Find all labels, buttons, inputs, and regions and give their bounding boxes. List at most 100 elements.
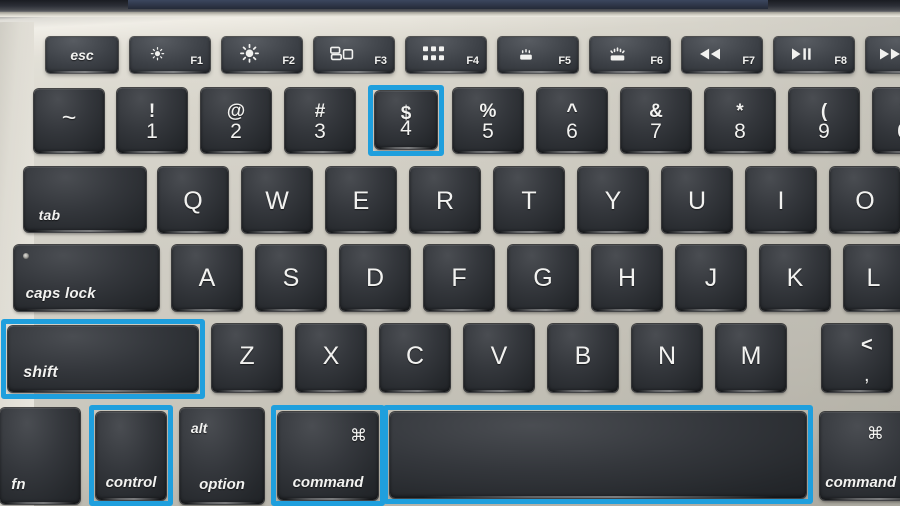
key-tilde-symbol: ~ <box>61 103 77 132</box>
key-tilde[interactable]: ~ <box>34 89 104 153</box>
key-6[interactable]: ^ 6 <box>537 88 607 153</box>
key-l-label: L <box>866 264 881 293</box>
key-f8[interactable]: F8 <box>774 37 854 73</box>
key-shift-left[interactable]: shift <box>8 326 198 392</box>
key-b[interactable]: B <box>548 324 618 392</box>
key-f4[interactable]: F4 <box>406 37 486 73</box>
key-f[interactable]: F <box>424 245 494 311</box>
key-c[interactable]: C <box>380 324 450 392</box>
key-8[interactable]: * 8 <box>705 88 775 153</box>
key-command-right[interactable]: ⌘ command <box>820 412 900 500</box>
key-x[interactable]: X <box>296 324 366 392</box>
key-i[interactable]: I <box>746 167 816 233</box>
key-n[interactable]: N <box>632 324 702 392</box>
fast-forward-icon <box>868 48 900 60</box>
key-1[interactable]: ! 1 <box>117 88 187 153</box>
key-k-label: K <box>786 264 804 293</box>
key-9-digit: 9 <box>818 119 830 143</box>
key-f8-number: F8 <box>834 55 847 68</box>
key-n-label: N <box>657 342 677 371</box>
key-option-alt-label: alt <box>190 420 208 437</box>
key-o[interactable]: O <box>830 167 900 233</box>
key-r-label: R <box>435 187 455 216</box>
launchpad-icon <box>411 46 457 61</box>
key-option[interactable]: alt option <box>180 408 264 504</box>
key-0-symbol: ) <box>873 102 900 121</box>
key-7-symbol: & <box>649 101 663 123</box>
key-d[interactable]: D <box>340 245 410 311</box>
display-bezel-reflection <box>128 0 768 9</box>
key-7-digit: 7 <box>650 119 662 143</box>
chassis-top-lip <box>0 12 900 17</box>
key-caps-lock[interactable]: caps lock <box>14 245 159 311</box>
key-e-label: E <box>352 187 370 216</box>
key-f3-number: F3 <box>374 55 387 68</box>
command-symbol-icon: ⌘ <box>350 425 367 445</box>
key-f6-number: F6 <box>650 55 663 68</box>
key-f5[interactable]: F5 <box>498 37 578 73</box>
key-shift-label: shift <box>23 363 58 381</box>
key-control[interactable]: control <box>96 412 166 500</box>
key-5-digit: 5 <box>482 119 494 143</box>
key-y[interactable]: Y <box>578 167 648 233</box>
key-f7[interactable]: F7 <box>682 37 762 73</box>
key-a[interactable]: A <box>172 245 242 311</box>
key-o-label: O <box>855 187 875 216</box>
key-b-label: B <box>574 342 592 371</box>
key-2[interactable]: @ 2 <box>201 88 271 153</box>
key-2-symbol: @ <box>226 101 246 123</box>
key-8-symbol: * <box>736 101 744 123</box>
key-z[interactable]: Z <box>212 324 282 392</box>
key-d-label: D <box>365 264 385 293</box>
key-f2[interactable]: F2 <box>222 37 302 73</box>
key-j[interactable]: J <box>676 245 746 311</box>
key-m[interactable]: M <box>716 324 786 392</box>
key-k[interactable]: K <box>760 245 830 311</box>
key-7[interactable]: & 7 <box>621 88 691 153</box>
key-0-digit: 0 <box>873 121 900 142</box>
key-9-symbol: ( <box>820 101 828 123</box>
key-0[interactable]: ) 0 <box>873 88 900 153</box>
key-l[interactable]: L <box>844 245 900 311</box>
key-w[interactable]: W <box>242 167 312 233</box>
key-w-label: W <box>265 187 289 216</box>
key-comma-label: , <box>864 364 870 387</box>
key-f1[interactable]: F1 <box>130 37 210 73</box>
key-tab[interactable]: tab <box>24 167 146 232</box>
brightness-down-icon <box>135 45 181 62</box>
key-8-digit: 8 <box>734 119 746 143</box>
key-g[interactable]: G <box>508 245 578 311</box>
key-t[interactable]: T <box>494 167 564 233</box>
key-f9[interactable] <box>866 37 900 73</box>
key-e[interactable]: E <box>326 167 396 233</box>
key-f6[interactable]: F6 <box>590 37 670 73</box>
key-f3[interactable]: F3 <box>314 37 394 73</box>
key-v[interactable]: V <box>464 324 534 392</box>
rewind-icon <box>687 48 733 60</box>
key-q[interactable]: Q <box>158 167 228 233</box>
key-command-left-label: command <box>292 474 364 492</box>
key-4[interactable]: $ 4 <box>375 91 437 149</box>
key-esc[interactable]: esc <box>46 37 118 73</box>
play-pause-icon <box>779 48 825 60</box>
key-space[interactable] <box>390 412 806 498</box>
key-5[interactable]: % 5 <box>453 88 523 153</box>
key-h[interactable]: H <box>592 245 662 311</box>
key-u[interactable]: U <box>662 167 732 233</box>
key-comma[interactable]: < , <box>822 324 892 392</box>
key-t-label: T <box>521 187 537 216</box>
keyboard-photo: esc F1 F2 F3 F4 F5 F6 F7 F8 ~ ! 1 @ 2 # … <box>0 0 900 506</box>
key-f5-number: F5 <box>558 55 571 68</box>
key-s[interactable]: S <box>256 245 326 311</box>
key-option-label: option <box>199 476 245 494</box>
key-comma-symbol: < <box>860 333 873 356</box>
key-r[interactable]: R <box>410 167 480 233</box>
key-fn[interactable]: fn <box>0 408 80 504</box>
key-3[interactable]: # 3 <box>285 88 355 153</box>
key-command-left[interactable]: ⌘ command <box>278 412 378 500</box>
key-q-label: Q <box>183 187 203 216</box>
key-6-digit: 6 <box>566 119 578 143</box>
key-3-symbol: # <box>314 101 326 123</box>
key-fn-label: fn <box>11 476 26 494</box>
key-9[interactable]: ( 9 <box>789 88 859 153</box>
